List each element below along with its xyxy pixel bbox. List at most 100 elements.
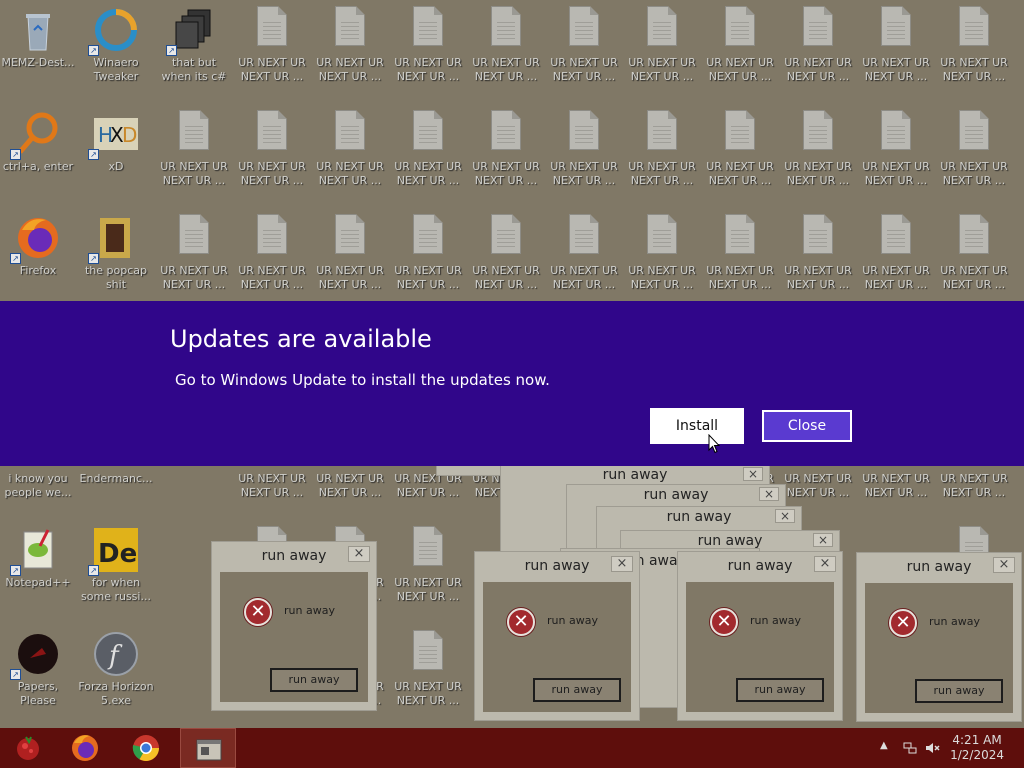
- text-file-icon: [881, 214, 911, 254]
- desktop-icon-ur-next[interactable]: UR NEXT UR NEXT UR ...: [390, 520, 466, 616]
- desktop-icon-notepadpp[interactable]: ↗ Notepad++: [0, 520, 76, 616]
- de-icon: De ↗: [88, 526, 140, 576]
- firefox-icon: [72, 735, 98, 761]
- run-away-button[interactable]: run away: [915, 679, 1003, 703]
- close-icon[interactable]: ×: [759, 487, 779, 501]
- run-away-popup: run away × ✕ run away run away: [211, 541, 377, 711]
- text-file-icon: [569, 110, 599, 150]
- desktop-icon-xd[interactable]: HXD ↗ xD: [78, 104, 154, 200]
- popup-titlebar[interactable]: run away ×: [212, 542, 376, 572]
- text-file-icon: [491, 214, 521, 254]
- desktop-icon-ur-next[interactable]: UR NEXT UR NEXT UR ...: [780, 104, 856, 200]
- desktop-icon-ur-next[interactable]: UR NEXT UR NEXT UR ...: [546, 208, 622, 304]
- close-icon[interactable]: ×: [611, 556, 633, 572]
- desktop-icon-ur-next[interactable]: UR NEXT UR NEXT UR ...: [858, 104, 934, 200]
- desktop-icon-ur-next[interactable]: UR NEXT UR NEXT UR ...: [858, 0, 934, 96]
- taskbar-firefox[interactable]: [57, 728, 113, 768]
- text-file-icon: [413, 630, 443, 670]
- text-file-icon: [257, 110, 287, 150]
- volume-muted-icon[interactable]: [924, 740, 940, 756]
- desktop-icon-ur-next[interactable]: UR NEXT UR NEXT UR ...: [546, 0, 622, 96]
- close-icon[interactable]: ×: [814, 556, 836, 572]
- desktop-icon-ur-next[interactable]: UR NEXT UR NEXT UR ...: [702, 0, 778, 96]
- start-button[interactable]: [0, 728, 56, 768]
- text-file-icon: [803, 6, 833, 46]
- popup-titlebar[interactable]: run away ×: [857, 553, 1021, 583]
- desktop-icon-ur-next[interactable]: UR NEXT UR NEXT UR ...: [390, 208, 466, 304]
- update-banner-message: Go to Windows Update to install the upda…: [175, 371, 550, 389]
- desktop-icon-forza-horizon[interactable]: f Forza Horizon 5.exe: [78, 624, 154, 720]
- run-away-button[interactable]: run away: [270, 668, 358, 692]
- desktop-icon-ur-next[interactable]: UR NEXT UR NEXT UR ...: [390, 0, 466, 96]
- desktop-icon-ur-next[interactable]: UR NEXT UR NEXT UR ...: [156, 104, 232, 200]
- desktop-icon-ur-next[interactable]: UR NEXT UR NEXT UR ...: [390, 104, 466, 200]
- error-icon: ✕: [710, 608, 738, 636]
- desktop-icon-ur-next[interactable]: UR NEXT UR NEXT UR ...: [312, 0, 388, 96]
- error-icon: ✕: [244, 598, 272, 626]
- desktop-icon-ur-next[interactable]: UR NEXT UR NEXT UR ...: [858, 208, 934, 304]
- close-icon[interactable]: ×: [813, 533, 833, 547]
- desktop-icon-winaero-tweaker[interactable]: ↗ Winaero Tweaker: [78, 0, 154, 96]
- desktop-icon-for-when[interactable]: De ↗ for when some russi...: [78, 520, 154, 616]
- close-icon[interactable]: ×: [775, 509, 795, 523]
- desktop-icon-ur-next[interactable]: UR NEXT UR NEXT UR ...: [624, 208, 700, 304]
- desktop-icon-the-popcap-shit[interactable]: ↗ the popcap shit: [78, 208, 154, 304]
- desktop-icon-ur-next[interactable]: UR NEXT UR NEXT UR ...: [234, 0, 310, 96]
- close-icon[interactable]: ×: [993, 557, 1015, 573]
- text-file-icon: [491, 110, 521, 150]
- window-icon: [196, 739, 222, 761]
- desktop-icon-ur-next[interactable]: UR NEXT UR NEXT UR ...: [702, 104, 778, 200]
- desktop-icon-firefox[interactable]: ↗ Firefox: [0, 208, 76, 304]
- update-banner: Updates are available Go to Windows Upda…: [0, 301, 1024, 466]
- text-file-icon: [257, 214, 287, 254]
- svg-text:De: De: [98, 539, 137, 569]
- error-icon: ✕: [889, 609, 917, 637]
- run-away-button[interactable]: run away: [736, 678, 824, 702]
- desktop-icon-ur-next[interactable]: UR NEXT UR NEXT UR ...: [780, 0, 856, 96]
- desktop-icon-papers-please[interactable]: ↗ Papers, Please: [0, 624, 76, 720]
- desktop-icon-ur-next[interactable]: UR NEXT UR NEXT UR ...: [468, 104, 544, 200]
- text-file-icon: [335, 110, 365, 150]
- desktop-icon-ur-next[interactable]: UR NEXT UR NEXT UR ...: [234, 208, 310, 304]
- desktop-icon-ur-next[interactable]: UR NEXT UR NEXT UR ...: [312, 104, 388, 200]
- svg-text:D: D: [122, 123, 137, 147]
- close-icon[interactable]: ×: [348, 546, 370, 562]
- desktop-icon-ur-next[interactable]: UR NEXT UR NEXT UR ...: [936, 104, 1012, 200]
- close-icon[interactable]: ×: [743, 467, 763, 481]
- desktop-icon-ur-next[interactable]: UR NEXT UR NEXT UR ...: [468, 0, 544, 96]
- network-icon[interactable]: [902, 740, 918, 756]
- text-file-icon: [413, 110, 443, 150]
- desktop-icon-memz[interactable]: MEMZ-Dest...: [0, 0, 76, 96]
- desktop-icon-ur-next[interactable]: UR NEXT UR NEXT UR ...: [702, 208, 778, 304]
- desktop-icon-ur-next[interactable]: UR NEXT UR NEXT UR ...: [624, 104, 700, 200]
- desktop-icon-ur-next[interactable]: UR NEXT UR NEXT UR ...: [312, 208, 388, 304]
- text-file-icon: [803, 110, 833, 150]
- text-file-icon: [803, 214, 833, 254]
- run-away-button[interactable]: run away: [533, 678, 621, 702]
- show-hidden-icons-chevron-icon[interactable]: ▲: [880, 740, 888, 751]
- start-orb-icon: [17, 736, 39, 760]
- update-banner-title: Updates are available: [170, 325, 432, 353]
- install-button[interactable]: Install: [652, 410, 742, 442]
- desktop-icon-ur-next[interactable]: UR NEXT UR NEXT UR ...: [156, 208, 232, 304]
- clock[interactable]: 4:21 AM 1/2/2024: [950, 733, 1004, 763]
- desktop-icon-ur-next[interactable]: UR NEXT UR NEXT UR ...: [780, 208, 856, 304]
- desktop-icon-ur-next[interactable]: UR NEXT UR NEXT UR ...: [936, 0, 1012, 96]
- text-file-icon: [725, 110, 755, 150]
- desktop-icon-ctrl-a-enter[interactable]: ↗ ctrl+a, enter: [0, 104, 76, 200]
- taskbar-chrome[interactable]: [118, 728, 174, 768]
- desktop-icon-ur-next[interactable]: UR NEXT UR NEXT UR ...: [936, 208, 1012, 304]
- desktop-icon-ur-next[interactable]: UR NEXT UR NEXT UR ...: [624, 0, 700, 96]
- desktop-icon-ur-next[interactable]: UR NEXT UR NEXT UR ...: [390, 624, 466, 720]
- popup-titlebar[interactable]: run away ×: [475, 552, 639, 582]
- desktop-icon-that-but-when[interactable]: ↗ that but when its c#: [156, 0, 232, 96]
- desktop-icon-ur-next[interactable]: UR NEXT UR NEXT UR ...: [546, 104, 622, 200]
- popup-titlebar[interactable]: run away ×: [678, 552, 842, 582]
- chrome-icon: [132, 735, 159, 761]
- mouse-cursor-icon: [708, 434, 720, 454]
- close-button[interactable]: Close: [762, 410, 852, 442]
- desktop-icon-ur-next[interactable]: UR NEXT UR NEXT UR ...: [234, 104, 310, 200]
- taskbar-window-thumbnail[interactable]: [180, 728, 236, 768]
- desktop-icon-ur-next[interactable]: UR NEXT UR NEXT UR ...: [468, 208, 544, 304]
- text-file-icon: [491, 6, 521, 46]
